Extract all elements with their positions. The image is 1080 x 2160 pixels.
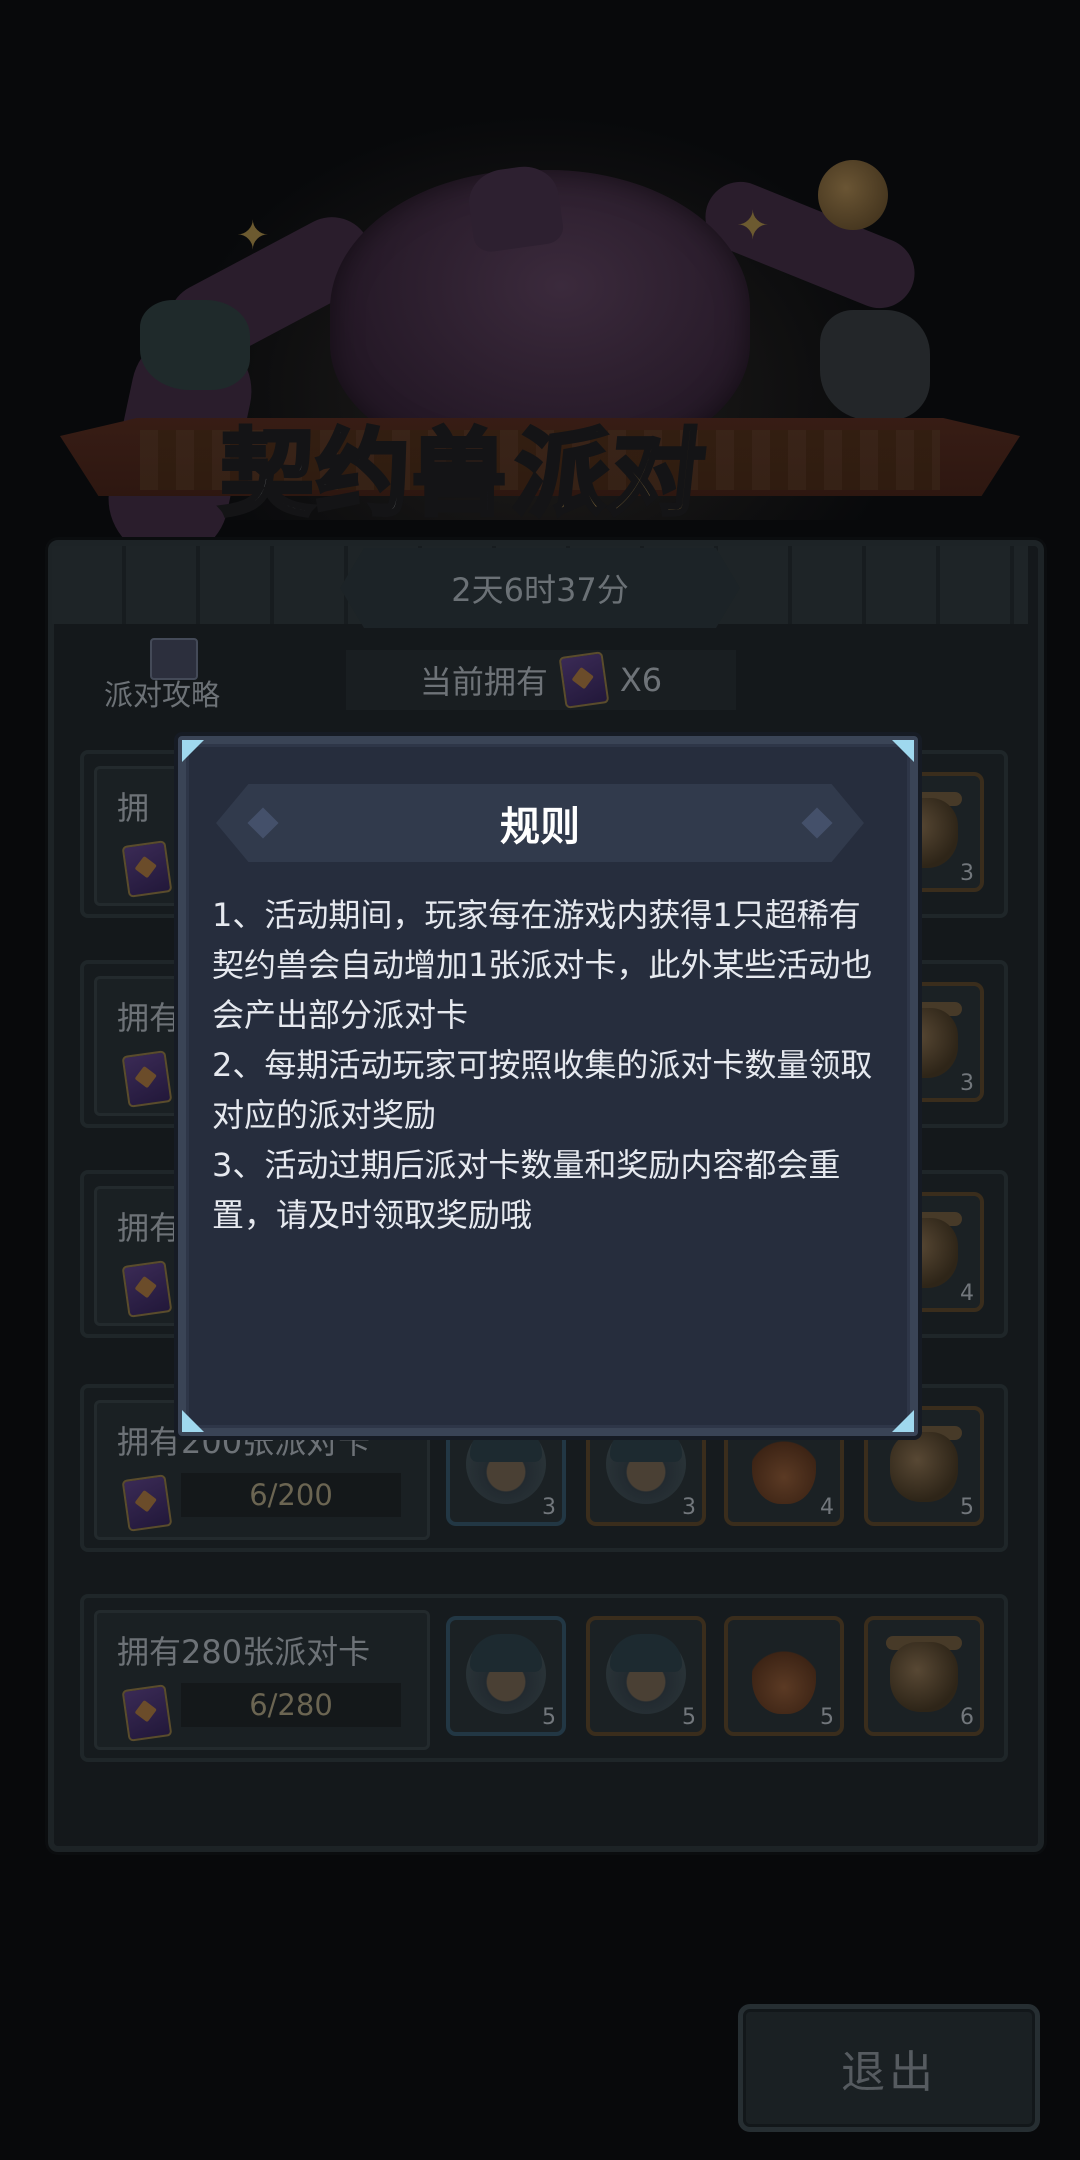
rule-item: 1、活动期间，玩家每在游戏内获得1只超稀有契约兽会自动增加1张派对卡，此外某些活… <box>212 896 873 1034</box>
corner-accent <box>182 1410 204 1432</box>
rules-text: 1、活动期间，玩家每在游戏内获得1只超稀有契约兽会自动增加1张派对卡，此外某些活… <box>212 890 876 1240</box>
corner-accent <box>892 740 914 762</box>
dialog-title: 规则 <box>500 804 580 850</box>
corner-accent <box>892 1410 914 1432</box>
dialog-header: 规则 <box>216 784 864 862</box>
game-scene: ✦ ✦ 契约兽 派对 2天6时37分 派对攻略 当前拥有 X6 拥 3 拥有 3… <box>0 0 1080 2160</box>
rule-item: 3、活动过期后派对卡数量和奖励内容都会重置，请及时领取奖励哦 <box>212 1146 841 1234</box>
corner-accent <box>182 740 204 762</box>
rules-dialog: 规则 1、活动期间，玩家每在游戏内获得1只超稀有契约兽会自动增加1张派对卡，此外… <box>178 736 918 1436</box>
rule-item: 2、每期活动玩家可按照收集的派对卡数量领取对应的派对奖励 <box>212 1046 873 1134</box>
